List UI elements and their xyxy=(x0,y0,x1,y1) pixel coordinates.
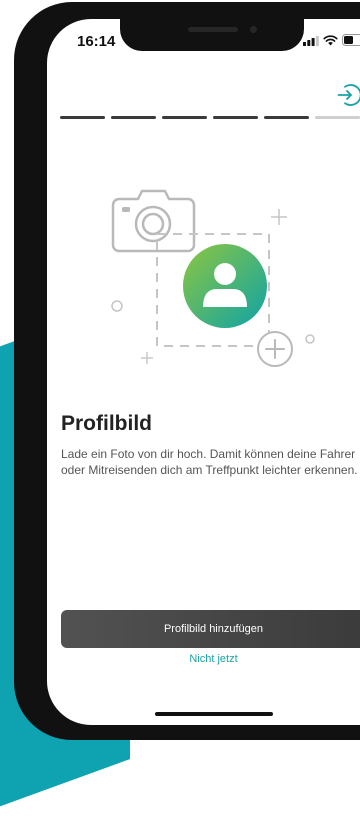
status-icons xyxy=(303,34,360,46)
progress-segment xyxy=(111,116,156,119)
page-description: Lade ein Foto von dir hoch. Damit können… xyxy=(61,446,359,478)
progress-segment xyxy=(60,116,105,119)
phone-side-button xyxy=(26,252,32,298)
status-time: 16:14 xyxy=(77,33,115,50)
phone-frame: 16:14 xyxy=(14,2,360,740)
progress-segment xyxy=(162,116,207,119)
phone-side-button xyxy=(26,192,32,238)
page-title: Profilbild xyxy=(61,412,152,436)
app-screen: 16:14 xyxy=(47,19,360,725)
login-icon[interactable] xyxy=(336,82,360,108)
add-profile-picture-button[interactable]: Profilbild hinzufügen xyxy=(61,610,360,648)
decor-circle xyxy=(112,301,122,311)
not-now-link[interactable]: Nicht jetzt xyxy=(61,653,360,665)
sparkle-icon xyxy=(271,209,287,225)
sparkle-icon xyxy=(141,352,153,364)
avatar-icon xyxy=(183,244,267,328)
phone-notch xyxy=(120,19,304,51)
progress-segment xyxy=(264,116,309,119)
wifi-icon xyxy=(323,35,338,46)
decor-circle xyxy=(306,335,314,343)
front-camera xyxy=(250,26,257,33)
battery-icon xyxy=(342,34,360,46)
phone-side-button xyxy=(26,140,32,166)
progress-segment xyxy=(315,116,360,119)
camera-profile-illustration xyxy=(105,179,325,379)
add-photo-icon xyxy=(258,332,292,366)
camera-icon xyxy=(113,191,194,251)
onboarding-progress xyxy=(60,116,360,119)
home-indicator xyxy=(155,712,273,716)
speaker-grille xyxy=(188,27,238,32)
progress-segment xyxy=(213,116,258,119)
signal-icon xyxy=(303,35,319,46)
